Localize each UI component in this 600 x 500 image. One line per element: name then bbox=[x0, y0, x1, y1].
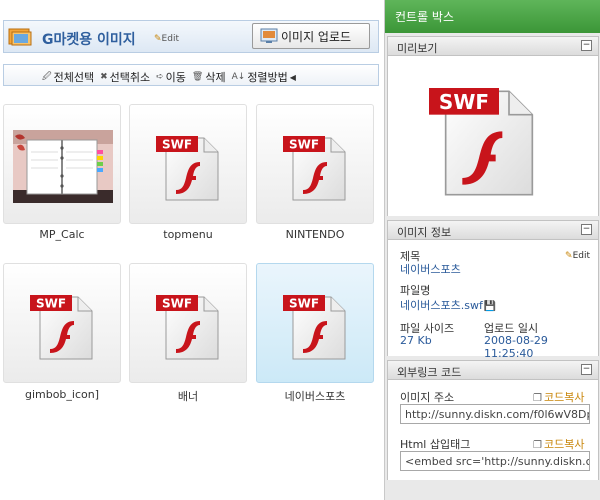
move-arrow-icon: ➪ bbox=[156, 72, 164, 82]
file-name: NINTENDO bbox=[285, 228, 345, 241]
save-icon[interactable]: 💾 bbox=[484, 301, 496, 312]
preview-area bbox=[387, 56, 599, 216]
image-address-label: 이미지 주소 bbox=[400, 391, 455, 404]
folder-header: G마켓용 이미지 ✎Edit 이미지 업로드 bbox=[3, 20, 379, 53]
image-address-field[interactable]: http://sunny.diskn.com/f0l6wV8Dp1E bbox=[400, 404, 590, 424]
collapse-icon[interactable]: − bbox=[581, 224, 592, 235]
collapse-icon[interactable]: − bbox=[581, 364, 592, 375]
file-thumb-banner[interactable] bbox=[129, 263, 247, 383]
filename-label: 파일명 bbox=[400, 284, 431, 297]
upload-button-label: 이미지 업로드 bbox=[281, 29, 352, 44]
file-thumb-naver-sports[interactable] bbox=[256, 263, 374, 383]
upload-image-button[interactable]: 이미지 업로드 bbox=[252, 23, 370, 49]
swf-file-icon bbox=[283, 130, 349, 202]
link-area: 이미지 주소 ❐ 코드복사 http://sunny.diskn.com/f0l6… bbox=[387, 380, 599, 480]
upload-icon bbox=[260, 28, 278, 43]
swf-file-icon bbox=[156, 130, 222, 202]
delete-button[interactable]: 🗑 삭제 bbox=[192, 69, 226, 85]
info-section-header: 이미지 정보 − bbox=[387, 220, 599, 240]
file-toolbar: 🖉 전체선택 ✖ 선택취소 ➪ 이동 🗑 삭제 A↓ 정렬방법 ◀ bbox=[3, 64, 379, 86]
sort-dropdown[interactable]: A↓ 정렬방법 ◀ bbox=[232, 69, 296, 85]
file-name: MP_Calc bbox=[39, 228, 85, 241]
date-value: 2008-08-29 11:25:40 bbox=[484, 334, 548, 360]
file-thumb-gimbob-icon[interactable] bbox=[3, 263, 121, 383]
planner-image bbox=[13, 130, 113, 203]
copy-icon: ❐ bbox=[533, 393, 542, 404]
swf-file-icon bbox=[156, 289, 222, 361]
pencil-icon: ✎ bbox=[565, 251, 573, 261]
preview-section-header: 미리보기 − bbox=[387, 36, 599, 56]
file-thumb-mp-calc[interactable] bbox=[3, 104, 121, 224]
link-section-header: 외부링크 코드 − bbox=[387, 360, 599, 380]
cross-icon: ✖ bbox=[100, 72, 108, 82]
edit-title-link[interactable]: ✎Edit bbox=[154, 34, 179, 44]
edit-title-button[interactable]: ✎Edit bbox=[565, 251, 590, 261]
collapse-icon[interactable]: − bbox=[581, 40, 592, 51]
file-name: 네이버스포츠 bbox=[284, 390, 346, 403]
html-tag-label: Html 삽입태그 bbox=[400, 438, 471, 451]
file-name: 배너 bbox=[177, 390, 199, 403]
file-browser: G마켓용 이미지 ✎Edit 이미지 업로드 🖉 전체선택 ✖ 선택취소 ➪ 이동 🗑… bbox=[0, 0, 384, 500]
control-box-title: 컨트롤 박스 bbox=[385, 0, 600, 33]
deselect-button[interactable]: ✖ 선택취소 bbox=[100, 69, 150, 85]
file-thumb-nintendo[interactable] bbox=[256, 104, 374, 224]
folder-title: G마켓용 이미지 bbox=[42, 32, 136, 48]
move-button[interactable]: ➪ 이동 bbox=[156, 69, 186, 85]
pencil-icon: ✎ bbox=[154, 34, 162, 44]
filename-value: 네이버스포츠.swf💾 bbox=[400, 299, 497, 312]
sort-icon: A↓ bbox=[231, 72, 246, 82]
swf-file-icon bbox=[30, 289, 96, 361]
file-thumb-topmenu[interactable] bbox=[129, 104, 247, 224]
folder-icon bbox=[8, 28, 32, 46]
title-value: 네이버스포츠 bbox=[400, 263, 461, 276]
swf-preview-icon bbox=[424, 78, 544, 198]
copy-html-button[interactable]: ❐ 코드복사 bbox=[533, 436, 584, 452]
control-box: 컨트롤 박스 미리보기 − 이미지 정보 − 제목 ✎Edit 네이버스포츠 파… bbox=[384, 0, 600, 500]
select-all-button[interactable]: 🖉 전체선택 bbox=[42, 69, 94, 85]
swf-file-icon bbox=[283, 289, 349, 361]
caret-left-icon: ◀ bbox=[289, 72, 296, 82]
wand-icon: 🖉 bbox=[42, 72, 52, 82]
file-name: gimbob_icon] bbox=[24, 388, 100, 401]
file-name: topmenu bbox=[163, 228, 213, 241]
copy-icon: ❐ bbox=[533, 440, 542, 451]
trash-icon: 🗑 bbox=[191, 72, 204, 82]
html-tag-field[interactable]: <embed src='http://sunny.diskn.com bbox=[400, 451, 590, 471]
copy-address-button[interactable]: ❐ 코드복사 bbox=[533, 389, 584, 405]
info-area: 제목 ✎Edit 네이버스포츠 파일명 네이버스포츠.swf💾 파일 사이즈 업… bbox=[387, 240, 599, 360]
size-value: 27 Kb bbox=[400, 334, 432, 347]
